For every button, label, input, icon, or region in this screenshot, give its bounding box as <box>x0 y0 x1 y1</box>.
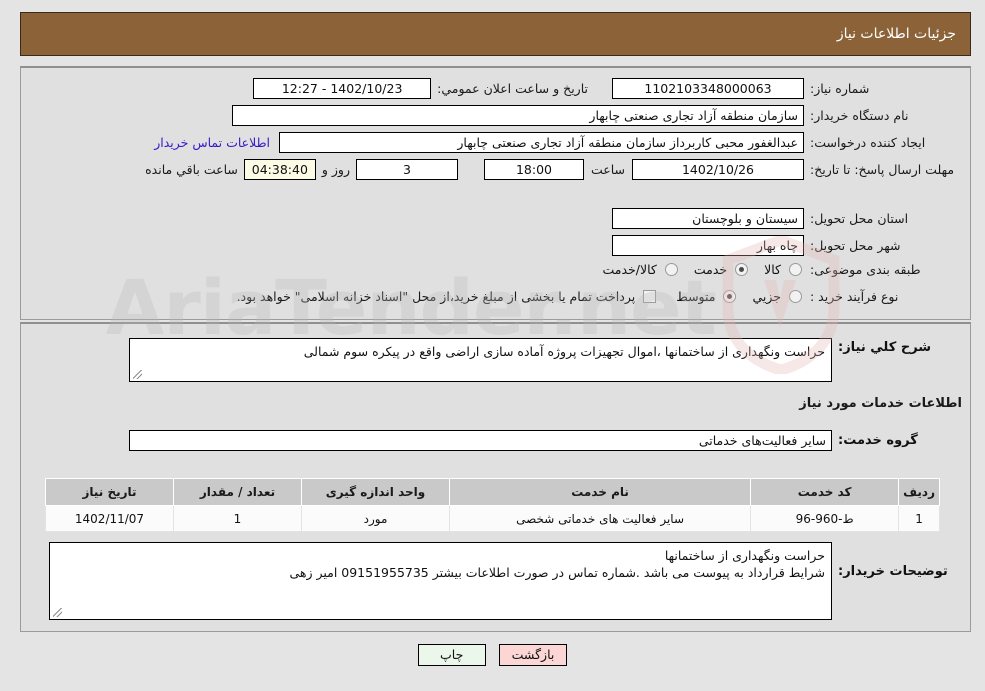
services-section-heading: اطلاعات خدمات مورد نیاز <box>799 396 962 411</box>
resize-grip-icon[interactable] <box>132 370 142 380</box>
th-index: ردیف <box>898 478 940 506</box>
description-value: حراست ونگهداری از ساختمانها ،اموال تجهیز… <box>303 344 825 359</box>
buyer-org-label: نام دستگاه خریدار: <box>810 108 909 123</box>
page-header: جزئیات اطلاعات نیاز <box>20 12 971 56</box>
td-unit: مورد <box>301 505 450 532</box>
hour-label: ساعت <box>590 162 625 177</box>
buyer-contact-link[interactable]: اطلاعات تماس خریدار <box>154 135 270 150</box>
buyer-notes-label: توضیحات خریدار: <box>838 564 948 579</box>
request-creator-label: ایجاد کننده درخواست: <box>810 135 926 150</box>
radio-process-jozi[interactable] <box>789 290 802 303</box>
process-radio-group: جزیي متوسط <box>666 289 804 304</box>
public-announce-value: 1402/10/23 - 12:27 <box>253 78 432 99</box>
need-summary-panel: شماره نیاز: 1102103348000063 تاریخ و ساع… <box>20 66 971 320</box>
treasury-bonds-label: پرداخت تمام یا بخشی از مبلغ خرید،از محل … <box>236 289 636 304</box>
province-row: استان محل تحویل: سیستان و بلوچستان <box>612 208 962 229</box>
th-service-name: نام خدمت <box>448 478 752 506</box>
need-number-row: شماره نیاز: 1102103348000063 <box>612 78 962 99</box>
th-need-date: تاریخ نیاز <box>45 478 174 506</box>
buyer-notes-row: توضیحات خریدار: حراست ونگهداری از ساختما… <box>49 542 962 620</box>
td-index: 1 <box>898 505 940 532</box>
hour-value: 18:00 <box>483 159 584 180</box>
buyer-notes-line-2: شرایط قرارداد به پیوست می باشد .شماره تم… <box>289 565 825 580</box>
city-label: شهر محل تحویل: <box>810 238 901 253</box>
radio-category-khedmat-label: خدمت <box>693 262 728 277</box>
city-row: شهر محل تحویل: چاه بهار <box>612 235 962 256</box>
request-creator-value: عبدالغفور محبی کاربرداز سازمان منطقه آزا… <box>279 132 804 153</box>
timer-label: ساعت باقي مانده <box>145 162 238 177</box>
page-title: جزئیات اطلاعات نیاز <box>836 26 956 42</box>
deadline-row: مهلت ارسال پاسخ: تا تاریخ: 1402/10/26 سا… <box>145 159 962 180</box>
radio-category-kala[interactable] <box>789 263 802 276</box>
td-quantity: 1 <box>173 505 302 532</box>
days-label: روز و <box>321 162 350 177</box>
public-announce-row: تاریخ و ساعت اعلان عمومي: 1402/10/23 - 1… <box>253 78 588 99</box>
province-label: استان محل تحویل: <box>810 211 909 226</box>
resize-grip-icon-notes[interactable] <box>52 608 62 618</box>
countdown-timer: 04:38:40 <box>243 159 316 180</box>
th-quantity: تعداد / مقدار <box>173 478 302 506</box>
footer-actions: بازگشت چاپ <box>0 644 985 666</box>
province-value: سیستان و بلوچستان <box>612 208 804 229</box>
service-group-value: سایر فعالیت‌های خدماتی <box>129 430 832 451</box>
need-number-value: 1102103348000063 <box>612 78 804 99</box>
city-value: چاه بهار <box>612 235 804 256</box>
radio-category-kala-label: کالا <box>764 262 781 277</box>
radio-category-khedmat[interactable] <box>735 263 749 276</box>
buyer-org-value: سازمان منطقه آزاد تجاری صنعتی چابهار <box>232 105 804 126</box>
buyer-org-row: نام دستگاه خریدار: سازمان منطقه آزاد تجا… <box>232 105 962 126</box>
process-row: نوع فرآیند خرید : جزیي متوسط پرداخت تمام… <box>237 289 962 304</box>
deadline-label: مهلت ارسال پاسخ: تا تاریخ: <box>810 162 955 177</box>
radio-category-kala-khedmat-label: کالا/خدمت <box>602 262 657 277</box>
category-radio-group: کالا خدمت کالا/خدمت <box>592 262 804 277</box>
treasury-bonds-checkbox[interactable] <box>643 290 657 303</box>
days-remaining-value: 3 <box>355 159 458 180</box>
public-announce-label: تاریخ و ساعت اعلان عمومي: <box>437 81 588 96</box>
table-header-row: ردیف کد خدمت نام خدمت واحد اندازه گیری ت… <box>45 478 940 506</box>
radio-process-motevaset[interactable] <box>723 290 737 303</box>
request-creator-row: ایجاد کننده درخواست: عبدالغفور محبی کارب… <box>154 132 962 153</box>
buyer-notes-line-1: حراست ونگهداری از ساختمانها <box>664 548 825 563</box>
td-need-date: 1402/11/07 <box>45 505 174 532</box>
back-button[interactable]: بازگشت <box>498 644 568 666</box>
description-label: شرح کلي نیاز: <box>838 340 932 355</box>
description-row: شرح کلي نیاز: حراست ونگهداری از ساختمانه… <box>129 338 962 382</box>
need-number-label: شماره نیاز: <box>810 81 870 96</box>
th-unit: واحد اندازه گیری <box>301 478 450 506</box>
td-service-name: سایر فعالیت های خدماتی شخصی <box>448 505 752 532</box>
table-row[interactable]: 1 ط-960-96 سایر فعالیت های خدماتی شخصی م… <box>45 505 940 532</box>
radio-process-motevaset-label: متوسط <box>676 289 716 304</box>
process-label: نوع فرآیند خرید : <box>810 289 899 304</box>
category-row: طبقه بندی موضوعی: کالا خدمت کالا/خدمت <box>592 262 962 277</box>
category-label: طبقه بندی موضوعی: <box>810 262 921 277</box>
td-service-code: ط-960-96 <box>750 505 900 532</box>
service-group-label: گروه خدمت: <box>838 433 918 448</box>
services-table: ردیف کد خدمت نام خدمت واحد اندازه گیری ت… <box>45 478 940 532</box>
print-button[interactable]: چاپ <box>417 644 486 666</box>
th-service-code: کد خدمت <box>750 478 900 506</box>
service-group-row: گروه خدمت: سایر فعالیت‌های خدماتی <box>129 430 962 451</box>
radio-process-jozi-label: جزیي <box>752 289 781 304</box>
radio-category-kala-khedmat[interactable] <box>664 263 678 276</box>
description-textarea[interactable]: حراست ونگهداری از ساختمانها ،اموال تجهیز… <box>129 338 832 382</box>
need-details-panel: شرح کلي نیاز: حراست ونگهداری از ساختمانه… <box>20 322 971 632</box>
buyer-notes-textarea[interactable]: حراست ونگهداری از ساختمانها شرایط قراردا… <box>49 542 832 620</box>
deadline-date-value: 1402/10/26 <box>632 159 804 180</box>
